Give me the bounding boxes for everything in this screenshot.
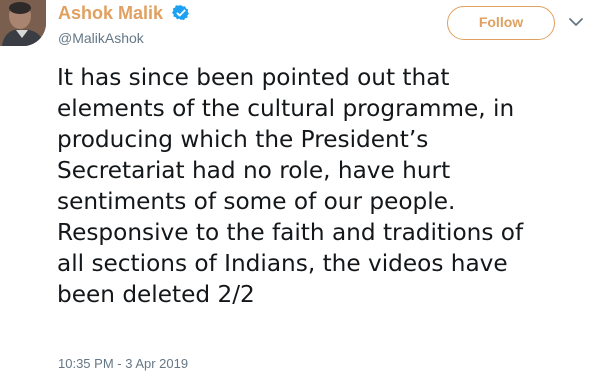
author-handle[interactable]: @MalikAshok xyxy=(58,29,144,47)
tweet-text-line: It has since been pointed out that xyxy=(57,64,450,91)
chevron-down-icon[interactable] xyxy=(568,16,584,28)
tweet-text-line: Responsive to the faith and traditions o… xyxy=(57,219,524,246)
tweet-text-line: producing which the President’s xyxy=(57,126,429,153)
tweet-text-line: all sections of Indians, the videos have xyxy=(57,250,508,277)
tweet-text-line: elements of the cultural programme, in xyxy=(57,95,515,122)
tweet-card: Ashok Malik @MalikAshok Follow It has si… xyxy=(0,0,600,386)
avatar[interactable] xyxy=(0,0,46,46)
follow-button[interactable]: Follow xyxy=(447,6,555,40)
author-display-name[interactable]: Ashok Malik xyxy=(58,2,163,24)
tweet-timestamp[interactable]: 10:35 PM - 3 Apr 2019 xyxy=(58,355,188,372)
profile-photo-icon xyxy=(0,0,46,46)
tweet-text: It has since been pointed out that eleme… xyxy=(57,62,597,310)
tweet-text-line: sentiments of some of our people. xyxy=(57,188,456,215)
tweet-text-line: been deleted 2/2 xyxy=(57,281,255,308)
verified-badge-icon xyxy=(172,5,189,21)
tweet-text-line: Secretariat had no role, have hurt xyxy=(57,157,451,184)
